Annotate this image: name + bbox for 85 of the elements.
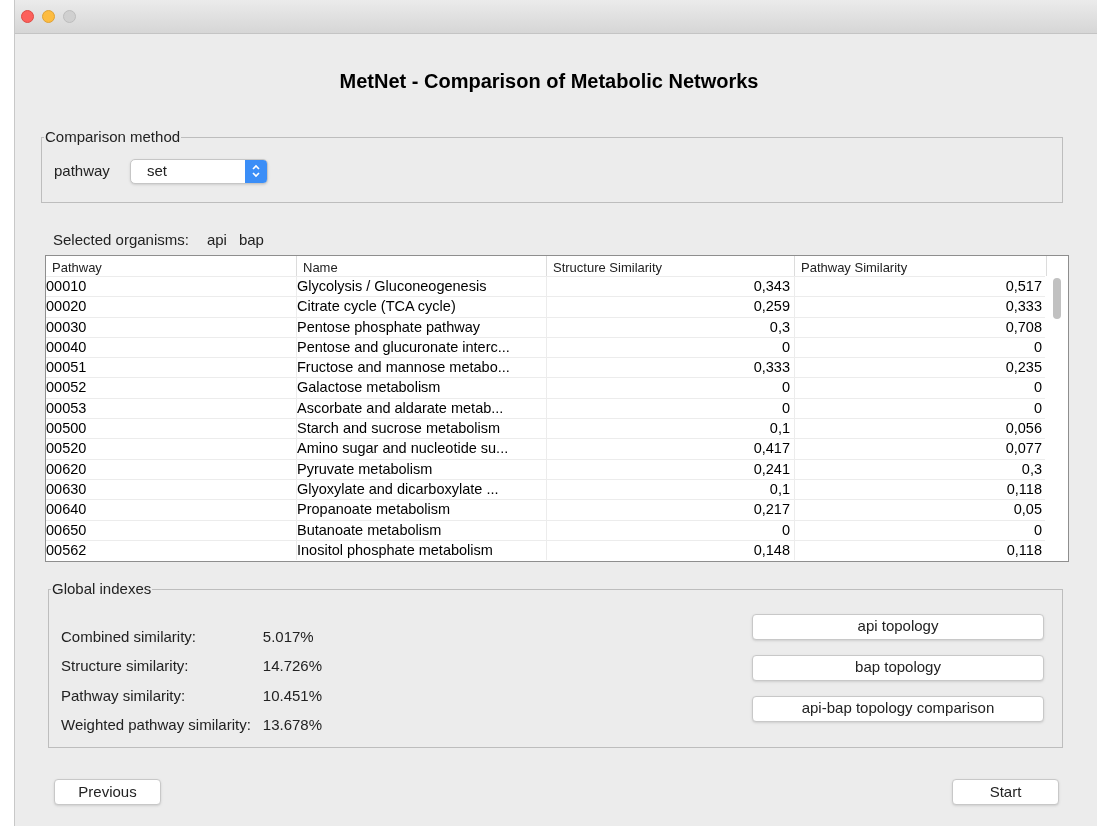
- table-cell: Pyruvate metabolism: [297, 459, 547, 479]
- topology-button[interactable]: api topology: [752, 613, 1044, 640]
- table-cell: 0,056: [795, 419, 1045, 439]
- table-cell: 0,708: [795, 317, 1045, 337]
- column-header: Pathway Similarity: [795, 256, 1047, 276]
- table-cell: 0,417: [547, 439, 795, 459]
- table-cell: 0,3: [795, 459, 1045, 479]
- close-button[interactable]: [21, 10, 34, 23]
- column-header: Structure Similarity: [547, 256, 795, 276]
- metric-label: Weighted pathway similarity:: [61, 715, 251, 735]
- table-cell: 00020: [46, 297, 297, 317]
- table-cell: 0,118: [795, 540, 1045, 561]
- table-cell: 0,3: [547, 317, 795, 337]
- table-cell: 00500: [46, 419, 297, 439]
- table-cell: Ascorbate and aldarate metab...: [297, 398, 547, 419]
- table-cell: 0: [795, 520, 1045, 540]
- table-cell: 0,235: [795, 358, 1045, 378]
- table-cell: 00520: [46, 439, 297, 459]
- table-cell: Pentose phosphate pathway: [297, 317, 547, 337]
- table-cell: 00040: [46, 337, 297, 358]
- table-cell: 0,077: [795, 439, 1045, 459]
- table-cell: Glyoxylate and dicarboxylate ...: [297, 479, 547, 500]
- table-cell: 0: [795, 378, 1045, 398]
- organism-name: api: [206, 229, 227, 250]
- table-cell: 0: [547, 378, 795, 398]
- table-cell: Starch and sucrose metabolism: [297, 419, 547, 439]
- table-cell: 0: [547, 398, 795, 419]
- table-cell: 0,05: [795, 500, 1045, 520]
- pathway-label: pathway: [54, 160, 110, 181]
- table-cell: 0: [795, 337, 1045, 358]
- table-cell: 0,259: [547, 297, 795, 317]
- table-cell: 00630: [46, 479, 297, 500]
- organisms-label: Selected organisms:: [53, 229, 189, 250]
- panel-legend: Global indexes: [51, 578, 153, 601]
- table-cell: 0,333: [795, 297, 1045, 317]
- table-cell: 0: [547, 520, 795, 540]
- table-cell: 0,1: [547, 479, 795, 500]
- table-cell: 00051: [46, 358, 297, 378]
- table-cell: Inositol phosphate metabolism: [297, 540, 547, 561]
- table-cell: 0,1: [547, 419, 795, 439]
- zoom-button[interactable]: [63, 10, 76, 23]
- table-cell: Glycolysis / Gluconeogenesis: [297, 277, 547, 297]
- table-cell: 00010: [46, 277, 297, 297]
- metric-value: 14.726%: [262, 656, 323, 676]
- table-cell: 0,241: [547, 459, 795, 479]
- metric-value: 10.451%: [262, 685, 323, 706]
- table-cell: 0: [547, 337, 795, 358]
- app-heading: MetNet - Comparison of Metabolic Networks: [339, 69, 759, 94]
- column-header: Pathway: [46, 256, 297, 276]
- table-cell: 0,517: [795, 277, 1045, 297]
- table-cell: 00052: [46, 378, 297, 398]
- table-cell: Pentose and glucuronate interc...: [297, 337, 547, 358]
- metric-label: Combined similarity:: [61, 626, 198, 647]
- metric-value: 13.678%: [262, 715, 323, 735]
- metric-label: Structure similarity:: [61, 656, 190, 676]
- metric-value: 5.017%: [262, 626, 315, 647]
- metric-label: Pathway similarity:: [61, 685, 187, 706]
- footer-button[interactable]: Start: [952, 779, 1059, 805]
- stepper-icon: [244, 159, 267, 183]
- footer-button[interactable]: Previous: [54, 779, 161, 805]
- table-cell: 0,343: [547, 277, 795, 297]
- table-cell: 00640: [46, 500, 297, 520]
- table-cell: 00030: [46, 317, 297, 337]
- table-cell: Amino sugar and nucleotide su...: [297, 439, 547, 459]
- table-cell: 0: [795, 398, 1045, 419]
- method-dropdown[interactable]: set: [129, 158, 268, 184]
- table-cell: 0,148: [547, 540, 795, 561]
- table-cell: Butanoate metabolism: [297, 520, 547, 540]
- table-cell: 00053: [46, 398, 297, 419]
- panel-legend: Comparison method: [44, 126, 182, 149]
- table-cell: 00620: [46, 459, 297, 479]
- minimize-button[interactable]: [42, 10, 55, 23]
- table-cell: 00650: [46, 520, 297, 540]
- topology-button[interactable]: api-bap topology comparison: [752, 695, 1044, 722]
- table-cell: Galactose metabolism: [297, 378, 547, 398]
- organism-name: bap: [238, 229, 264, 250]
- topology-button[interactable]: bap topology: [752, 654, 1044, 681]
- table-cell: Citrate cycle (TCA cycle): [297, 297, 547, 317]
- table-cell: Propanoate metabolism: [297, 500, 547, 520]
- table-cell: Fructose and mannose metabo...: [297, 358, 547, 378]
- column-header: Name: [297, 256, 547, 276]
- table-cell: 0,333: [547, 358, 795, 378]
- table-cell: 0,217: [547, 500, 795, 520]
- table-cell: 00562: [46, 540, 297, 561]
- table-cell: 0,118: [795, 479, 1045, 500]
